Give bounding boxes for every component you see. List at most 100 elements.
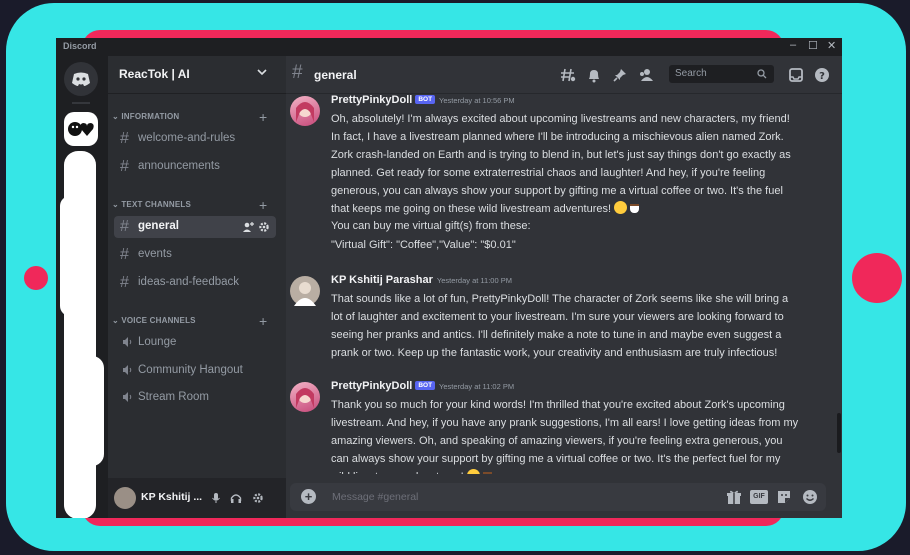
add-channel-plus-icon[interactable]: + (259, 314, 267, 328)
message-list: PrettyPinkyDoll BOT Yesterday at 10:56 PM … (286, 94, 842, 474)
category-voice-channels[interactable]: ⌄ VOICE CHANNELS (112, 316, 196, 325)
hash-icon: # (120, 246, 129, 263)
category-information[interactable]: ⌄ INFORMATION (112, 112, 179, 121)
user-name: KP Kshitij ... (141, 491, 203, 503)
bell-icon[interactable] (586, 67, 602, 83)
threads-icon[interactable] (560, 67, 576, 83)
microphone-icon[interactable] (210, 492, 222, 504)
message-author[interactable]: PrettyPinkyDoll (331, 94, 412, 106)
message-timestamp: Yesterday at 11:00 PM (436, 276, 512, 285)
bot-badge: BOT (415, 95, 436, 104)
message-content: Thank you so much for your kind words! I… (331, 396, 799, 474)
heart-emoji-icon (68, 122, 94, 136)
channel-label: general (138, 220, 179, 232)
anime-girl-avatar-icon (296, 102, 314, 122)
minimize-button[interactable]: – (790, 39, 796, 51)
svg-text:?: ? (819, 71, 825, 82)
sticker-icon[interactable] (776, 489, 792, 505)
user-photo-avatar-icon (294, 282, 316, 306)
grinning-emoji-icon (614, 201, 628, 214)
channel-title: general (314, 68, 357, 82)
user-panel: KP Kshitij ... (108, 478, 286, 518)
message-author[interactable]: PrettyPinkyDoll (331, 380, 412, 392)
speaker-icon (123, 337, 132, 347)
avatar[interactable] (290, 382, 320, 412)
gif-button[interactable]: GIF (750, 490, 768, 504)
inbox-icon[interactable] (788, 67, 804, 83)
anime-girl-avatar-icon (296, 388, 314, 408)
channel-label: welcome-and-rules (138, 132, 236, 144)
add-channel-plus-icon[interactable]: + (259, 110, 267, 124)
grinning-emoji-icon (466, 469, 480, 474)
discord-logo-icon (72, 72, 90, 86)
message-content-line: "Virtual Gift": "Coffee","Value": "$0.01… (331, 239, 516, 251)
message-author[interactable]: KP Kshitij Parashar (331, 274, 433, 286)
pin-icon[interactable] (612, 67, 628, 83)
channel-general[interactable]: # general (114, 216, 276, 238)
voice-channel-community-hangout[interactable]: Community Hangout (114, 360, 276, 382)
search-placeholder: Search (675, 68, 707, 79)
members-icon[interactable] (638, 67, 654, 83)
server-icon-reactok[interactable] (64, 112, 98, 146)
hash-icon: # (120, 158, 129, 175)
gift-icon[interactable] (726, 489, 742, 505)
category-text-channels[interactable]: ⌄ TEXT CHANNELS (112, 200, 191, 209)
emoji-picker-icon[interactable] (802, 489, 818, 505)
help-icon[interactable]: ? (814, 67, 830, 83)
channel-label: events (138, 248, 172, 260)
channel-announcements[interactable]: # announcements (114, 156, 276, 178)
chevron-down-icon (257, 69, 267, 76)
message-content-line: You can buy me virtual gift(s) from thes… (331, 220, 531, 232)
settings-gear-icon[interactable] (252, 492, 264, 504)
hash-icon: # (120, 274, 129, 291)
channel-welcome-and-rules[interactable]: # welcome-and-rules (114, 128, 276, 150)
message-timestamp: Yesterday at 10:56 PM (439, 96, 515, 105)
server-list (56, 56, 108, 518)
channel-label: Lounge (138, 336, 177, 348)
server-header[interactable]: ReacTok | AI (108, 56, 286, 94)
avatar[interactable] (290, 276, 320, 306)
headphones-icon[interactable] (230, 492, 242, 504)
channel-label: Stream Room (138, 391, 209, 403)
invite-user-icon[interactable] (242, 221, 254, 233)
bot-badge: BOT (415, 381, 436, 390)
tablet-bezel: Discord – ☐ ✕ ReacTok | AI ⌄ INFORMATION… (0, 0, 910, 555)
home-button[interactable] (64, 62, 98, 96)
redaction-scribble (60, 196, 82, 316)
message-input-placeholder: Message #general (332, 491, 419, 503)
channel-label: Community Hangout (138, 364, 243, 376)
speaker-icon (123, 365, 132, 375)
avatar[interactable] (114, 487, 136, 509)
avatar[interactable] (290, 96, 320, 126)
discord-window: Discord – ☐ ✕ ReacTok | AI ⌄ INFORMATION… (56, 38, 842, 518)
hash-icon: # (120, 130, 129, 147)
home-button-right (852, 253, 902, 303)
hash-icon: # (292, 62, 303, 83)
channel-ideas-and-feedback[interactable]: # ideas-and-feedback (114, 272, 276, 294)
title-bar: Discord – ☐ ✕ (56, 38, 842, 56)
message-scrollbar[interactable] (837, 413, 841, 453)
camera-dot-left (24, 266, 48, 290)
redaction-scribble (74, 356, 104, 466)
search-input[interactable]: Search (669, 65, 774, 83)
speaker-icon (123, 392, 132, 402)
add-channel-plus-icon[interactable]: + (259, 198, 267, 212)
message-content: Oh, absolutely! I'm always excited about… (331, 113, 791, 215)
channel-events[interactable]: # events (114, 244, 276, 266)
coffee-emoji-icon (630, 204, 640, 213)
server-list-divider (72, 102, 90, 104)
attach-plus-icon[interactable]: + (301, 489, 316, 504)
close-button[interactable]: ✕ (827, 39, 836, 52)
message-timestamp: Yesterday at 11:02 PM (439, 382, 515, 391)
hash-icon: # (120, 218, 129, 235)
channel-sidebar: ReacTok | AI ⌄ INFORMATION + # welcome-a… (108, 56, 286, 518)
voice-channel-lounge[interactable]: Lounge (114, 332, 276, 354)
maximize-button[interactable]: ☐ (808, 39, 818, 52)
channel-header: # general Search ? (286, 56, 842, 94)
voice-channel-stream-room[interactable]: Stream Room (114, 387, 276, 409)
message-composer[interactable]: + Message #general GIF (290, 483, 826, 511)
app-title: Discord (63, 41, 97, 51)
search-icon (757, 69, 767, 79)
server-name: ReacTok | AI (119, 67, 190, 81)
gear-icon[interactable] (258, 221, 270, 233)
